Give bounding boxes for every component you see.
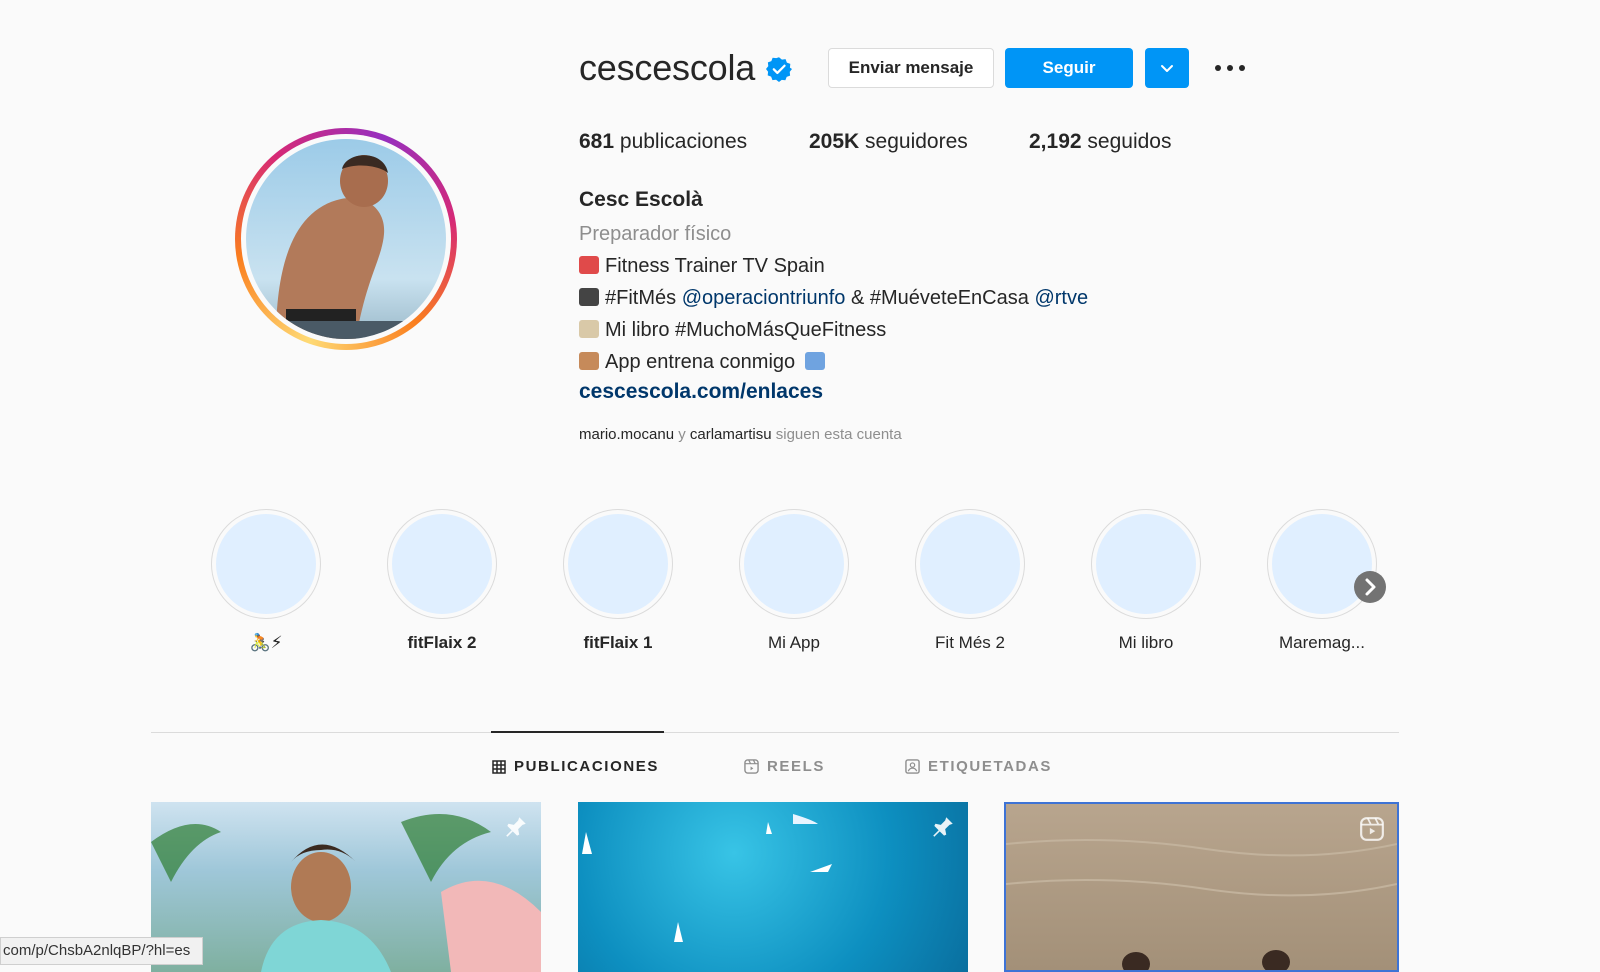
highlights-next-button[interactable]: [1354, 571, 1386, 603]
down-arrow-emoji-icon: [804, 352, 825, 370]
suggested-accounts-dropdown-button[interactable]: [1145, 48, 1189, 88]
television-emoji-icon: [579, 288, 599, 306]
following-label: seguidos: [1087, 130, 1172, 153]
tab-label: REELS: [767, 758, 826, 775]
avatar[interactable]: [246, 139, 446, 339]
following-stat[interactable]: 2,192 seguidos: [1029, 129, 1171, 155]
status-bar-url: com/p/ChsbA2nlqBP/?hl=es: [0, 937, 204, 965]
profile-category: Preparador físico: [579, 223, 732, 245]
post-image: [1006, 839, 1397, 970]
highlight-item[interactable]: Mi libro: [1089, 509, 1203, 653]
tab-label: ETIQUETADAS: [928, 758, 1052, 775]
highlight-cover: [387, 509, 497, 619]
highlight-cover: [563, 509, 673, 619]
follower-user-1[interactable]: mario.mocanu: [579, 426, 674, 443]
highlight-cover: [1091, 509, 1201, 619]
bio-text: Fitness Trainer TV Spain: [605, 255, 825, 277]
highlight-label: 🚴⚡: [249, 633, 283, 652]
post-thumbnail[interactable]: [578, 802, 968, 972]
posts-count: 681: [579, 130, 615, 153]
follower-user-2[interactable]: carlamartisu: [690, 426, 772, 443]
open-book-emoji-icon: [579, 320, 599, 338]
tagged-user-icon: [905, 759, 920, 774]
mention-operaciontriunfo-link[interactable]: @operaciontriunfo: [682, 287, 846, 309]
highlight-label: Fit Més 2: [935, 633, 1005, 652]
tab-tagged[interactable]: ETIQUETADAS: [905, 758, 1052, 775]
followed-by-joiner: y: [678, 426, 686, 443]
chevron-right-icon: [1365, 578, 1376, 596]
bio-text: Mi libro #MuchoMásQueFitness: [605, 319, 887, 341]
more-options-icon[interactable]: [1212, 56, 1248, 80]
post-thumbnail[interactable]: [1004, 802, 1399, 972]
highlight-item[interactable]: fitFlaix 2: [385, 509, 499, 653]
cartwheel-emoji-icon: [579, 352, 599, 370]
followers-label: seguidores: [865, 130, 968, 153]
grid-icon: [492, 759, 506, 774]
follow-button[interactable]: Seguir: [1005, 48, 1133, 88]
posts-label: publicaciones: [619, 130, 748, 153]
tab-posts[interactable]: PUBLICACIONES: [492, 758, 659, 775]
tab-label: PUBLICACIONES: [514, 758, 659, 775]
pinned-post-icon: [933, 817, 953, 837]
followers-count: 205K: [809, 130, 860, 153]
pinned-post-icon: [506, 817, 526, 837]
highlight-cover: [915, 509, 1025, 619]
highlight-item[interactable]: Fit Més 2: [913, 509, 1027, 653]
highlight-label: fitFlaix 2: [407, 633, 477, 652]
profile-username: cescescola: [579, 47, 756, 88]
tabs-divider: [151, 732, 1399, 733]
posts-stat: 681 publicaciones: [579, 129, 747, 155]
bio-text: App entrena conmigo: [605, 351, 796, 373]
post-thumbnail[interactable]: [151, 802, 541, 972]
profile-website-link[interactable]: cescescola.com/enlaces: [579, 380, 823, 404]
send-message-button[interactable]: Enviar mensaje: [828, 48, 994, 88]
highlight-item[interactable]: 🚴⚡: [209, 509, 323, 653]
highlight-label: Mi App: [768, 633, 820, 652]
bio-line-1: Fitness Trainer TV Spain: [579, 253, 825, 279]
followed-by-text[interactable]: mario.mocanu y carlamartisu siguen esta …: [579, 426, 902, 443]
hashtag-fitmes-link[interactable]: #FitMés: [605, 287, 676, 309]
bio-line-2: #FitMés @operaciontriunfo & #MuéveteEnCa…: [579, 285, 1088, 311]
followed-by-suffix: siguen esta cuenta: [775, 426, 902, 443]
weightlifter-emoji-icon: [579, 256, 599, 274]
mention-rtve-link[interactable]: @rtve: [1034, 287, 1088, 309]
following-count: 2,192: [1029, 130, 1082, 153]
followers-stat[interactable]: 205K seguidores: [809, 129, 968, 155]
tab-reels[interactable]: REELS: [744, 758, 825, 775]
hashtag-muevete-link[interactable]: & #MuéveteEnCasa: [851, 287, 1029, 309]
reels-indicator-icon: [1360, 817, 1384, 841]
chevron-down-icon: [1161, 65, 1173, 72]
reels-icon: [744, 759, 759, 774]
highlight-cover: [211, 509, 321, 619]
highlight-item[interactable]: fitFlaix 1: [561, 509, 675, 653]
bio-line-3: Mi libro #MuchoMásQueFitness: [579, 317, 886, 343]
verified-badge-icon: [766, 57, 792, 82]
bio-line-4: App entrena conmigo: [579, 349, 831, 375]
highlight-cover: [739, 509, 849, 619]
highlight-label: fitFlaix 1: [583, 633, 653, 652]
highlight-label: Mi libro: [1118, 633, 1174, 652]
post-image: [151, 814, 541, 972]
profile-full-name: Cesc Escolà: [579, 188, 703, 211]
avatar-photo: [246, 139, 446, 339]
post-image: [582, 814, 832, 942]
highlight-item[interactable]: Mi App: [737, 509, 851, 653]
active-tab-indicator: [491, 731, 664, 733]
highlight-label: Maremag...: [1279, 633, 1365, 652]
